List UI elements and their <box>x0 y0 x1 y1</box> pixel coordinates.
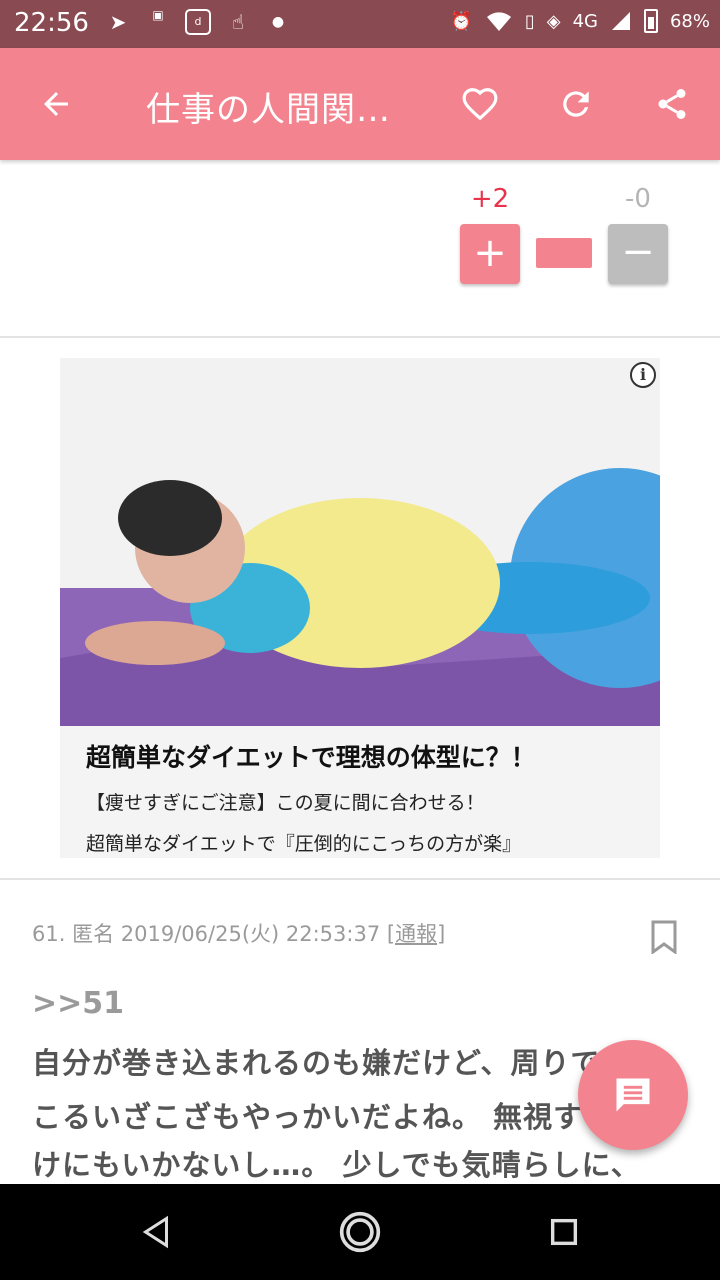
comment-fab-button[interactable] <box>578 1040 688 1150</box>
app-bar: 仕事の人間関… <box>0 48 720 160</box>
nav-home-button[interactable] <box>336 1208 384 1256</box>
battery-percent: 68% <box>669 10 710 32</box>
ad-info-icon[interactable]: i <box>630 362 656 388</box>
heart-icon <box>462 88 498 121</box>
vote-panel: +2 -0 + − <box>0 160 720 338</box>
comment-line-2: こるいざこざもやっかいだよね。 無視するわ <box>32 1100 644 1134</box>
vibrate-icon: ◈ <box>546 10 561 32</box>
share-icon <box>658 89 686 119</box>
no-sim-icon: ▯ <box>524 10 535 32</box>
signal-icon <box>611 12 630 30</box>
hand-app-icon: ☝ <box>231 10 245 34</box>
network-label: 4G <box>572 10 598 32</box>
status-left-icons: ➤ ▣ d ☝ ● <box>105 9 291 35</box>
battery-icon <box>643 9 658 33</box>
minus-vote-button[interactable]: − <box>608 224 668 284</box>
nav-back-icon <box>142 1215 168 1249</box>
ad-banner[interactable]: i 超簡単なダイエットで理想の体型に？！ 【痩せすぎにご注意】この夏に間に合わせ… <box>60 358 660 858</box>
nav-home-icon <box>339 1211 381 1253</box>
notification-icon: ➤ <box>109 10 127 34</box>
alarm-icon: ⏰ <box>450 10 473 32</box>
back-button[interactable] <box>28 76 84 132</box>
comment-datetime: 2019/06/25(火) 22:53:37 <box>120 922 381 946</box>
nav-recents-button[interactable] <box>540 1208 588 1256</box>
ad-line-2: 超簡単なダイエットで『圧倒的にこっちの方が楽』 <box>86 833 522 855</box>
status-time: 22:56 <box>14 8 89 38</box>
d-app-icon: d <box>185 9 211 35</box>
nav-recents-icon <box>550 1218 578 1246</box>
ad-line-1: 【痩せすぎにご注意】この夏に間に合わせる！ <box>86 792 485 814</box>
status-bar: 22:56 ➤ ▣ d ☝ ● ⏰ ▯ ◈ 4G 68% <box>0 0 720 48</box>
manga-park-app-icon: ▣ <box>152 8 164 22</box>
comment-line-1: 自分が巻き込まれるのも嫌だけど、周りで起 <box>32 1046 631 1080</box>
nav-back-button[interactable] <box>132 1208 180 1256</box>
ad-text: 超簡単なダイエットで理想の体型に？！ 【痩せすぎにご注意】この夏に間に合わせる！… <box>86 738 646 858</box>
vote-ratio-fill <box>536 238 592 268</box>
bookmark-button[interactable] <box>650 920 678 955</box>
page-title: 仕事の人間関… <box>146 90 391 130</box>
reply-anchor-link[interactable]: >>51 <box>32 986 124 1021</box>
refresh-button[interactable] <box>548 76 604 132</box>
comment-line-3: けにもいかないし…。 少しでも気晴らしに、 <box>32 1148 641 1182</box>
ad-image <box>60 358 660 726</box>
comment-meta: 61. 匿名 2019/06/25(火) 22:53:37 [通報] <box>32 918 445 948</box>
plus-count: +2 <box>470 184 510 214</box>
bookmark-icon <box>651 920 677 955</box>
divider <box>0 878 720 880</box>
wifi-icon <box>486 12 511 31</box>
comment-number: 61. <box>32 922 66 946</box>
vote-ratio-bar <box>536 238 592 268</box>
report-link[interactable]: [通報] <box>387 922 445 946</box>
refresh-icon <box>563 91 589 117</box>
plus-vote-button[interactable]: + <box>460 224 520 284</box>
share-button[interactable] <box>644 76 700 132</box>
dot-icon: ● <box>271 14 285 30</box>
system-nav-bar <box>0 1184 720 1280</box>
back-arrow-icon <box>44 92 68 116</box>
status-right-icons: ⏰ ▯ ◈ 4G 68% <box>450 9 710 33</box>
comment-author: 匿名 <box>72 922 115 946</box>
favorite-button[interactable] <box>452 76 508 132</box>
chat-icon <box>616 1078 650 1112</box>
ad-headline: 超簡単なダイエットで理想の体型に？！ <box>86 743 536 772</box>
minus-count: -0 <box>625 184 651 214</box>
